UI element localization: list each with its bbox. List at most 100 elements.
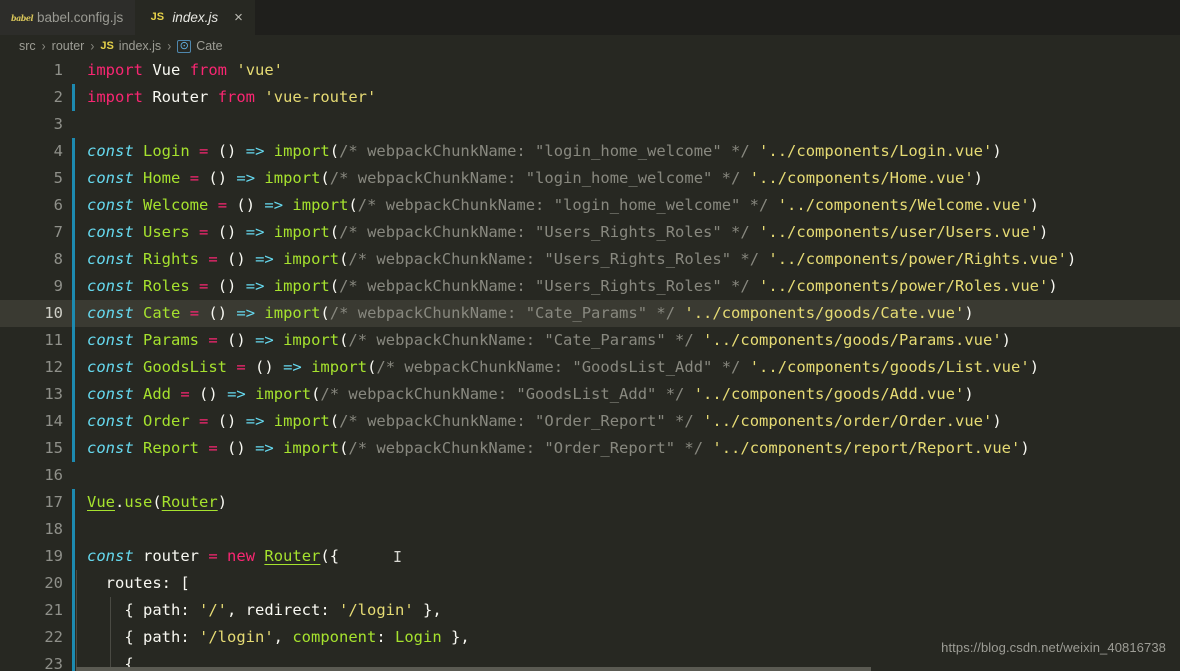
chevron-right-icon: › xyxy=(90,37,95,55)
tab-index-js[interactable]: JS index.js × xyxy=(135,0,255,35)
code-token: const xyxy=(87,250,134,268)
breadcrumb-item-cate[interactable]: ⊙ Cate xyxy=(177,39,223,53)
code-token: router xyxy=(143,547,200,565)
code-token: ( xyxy=(320,169,330,187)
code-line-content[interactable]: const Login = () => import(/* webpackChu… xyxy=(76,138,1180,165)
code-line[interactable]: 9 const Roles = () => import(/* webpackCh… xyxy=(0,273,1180,300)
code-token: const xyxy=(87,304,134,322)
indent-guide xyxy=(110,597,111,671)
close-icon[interactable]: × xyxy=(234,10,243,25)
code-lines-container[interactable]: 1 import Vue from 'vue' 2 import Router fro… xyxy=(0,57,1180,671)
code-line[interactable]: 12 const GoodsList = () => import(/* webp… xyxy=(0,354,1180,381)
code-line-content[interactable]: const Welcome = () => import(/* webpackC… xyxy=(76,192,1180,219)
code-line-content[interactable]: const Order = () => import(/* webpackChu… xyxy=(76,408,1180,435)
code-line[interactable]: 8 const Rights = () => import(/* webpackC… xyxy=(0,246,1180,273)
line-number: 5 xyxy=(53,169,63,187)
code-line-content[interactable]: const GoodsList = () => import(/* webpac… xyxy=(76,354,1180,381)
code-line[interactable]: 2 import Router from 'vue-router' xyxy=(0,84,1180,111)
code-token: Vue xyxy=(87,493,115,511)
code-line[interactable]: 10 const Cate = () => import(/* webpackCh… xyxy=(0,300,1180,327)
code-line-content[interactable]: const Roles = () => import(/* webpackChu… xyxy=(76,273,1180,300)
breadcrumb-item-index-js[interactable]: JS index.js xyxy=(100,39,161,53)
code-editor[interactable]: 1 import Vue from 'vue' 2 import Router fro… xyxy=(0,57,1180,671)
line-number: 1 xyxy=(53,61,63,79)
breadcrumb-label: index.js xyxy=(118,39,162,53)
breadcrumb-item-src[interactable]: src xyxy=(19,39,36,53)
breadcrumb-item-router[interactable]: router xyxy=(52,39,85,53)
code-token: /* webpackChunkName: "Users_Rights_Roles… xyxy=(348,250,760,268)
code-token: ({ xyxy=(320,547,340,565)
code-line-content[interactable]: const Report = () => import(/* webpackCh… xyxy=(76,435,1180,462)
code-line[interactable]: 4 const Login = () => import(/* webpackCh… xyxy=(0,138,1180,165)
code-line[interactable]: 3 xyxy=(0,111,1180,138)
line-number: 16 xyxy=(44,466,63,484)
code-token: , xyxy=(227,601,246,619)
code-line-content[interactable]: routes: [ xyxy=(76,570,1180,597)
code-token: /* webpackChunkName: "Order_Report" */ xyxy=(339,412,694,430)
babel-icon: babel xyxy=(11,12,34,23)
code-line-content[interactable] xyxy=(76,516,1180,543)
code-line[interactable]: 7 const Users = () => import(/* webpackCh… xyxy=(0,219,1180,246)
git-modified-indicator xyxy=(63,300,76,327)
tab-babel-config-js[interactable]: babel babel.config.js xyxy=(0,0,136,35)
code-line[interactable]: 6 const Welcome = () => import(/* webpack… xyxy=(0,192,1180,219)
code-line-content[interactable]: const Cate = () => import(/* webpackChun… xyxy=(76,300,1180,327)
code-token: => xyxy=(245,223,265,241)
code-line[interactable]: 17 Vue.use(Router) xyxy=(0,489,1180,516)
code-token: = xyxy=(217,196,228,214)
code-token: ) xyxy=(1067,250,1077,268)
code-line[interactable]: 14 const Order = () => import(/* webpackC… xyxy=(0,408,1180,435)
code-line[interactable]: 15 const Report = () => import(/* webpack… xyxy=(0,435,1180,462)
code-line[interactable]: 16 xyxy=(0,462,1180,489)
code-token: => xyxy=(245,142,265,160)
code-line-content[interactable]: const Rights = () => import(/* webpackCh… xyxy=(76,246,1180,273)
code-line[interactable]: 13 const Add = () => import(/* webpackChu… xyxy=(0,381,1180,408)
horizontal-scrollbar[interactable] xyxy=(76,667,1180,671)
scrollbar-thumb[interactable] xyxy=(76,667,871,671)
code-line-content[interactable]: { path: '/', redirect: '/login' }, xyxy=(76,597,1180,624)
code-token: = xyxy=(199,412,209,430)
code-token: . xyxy=(115,493,125,511)
code-line-content[interactable] xyxy=(76,462,1180,489)
code-line[interactable]: 18 xyxy=(0,516,1180,543)
code-line[interactable]: 5 const Home = () => import(/* webpackChu… xyxy=(0,165,1180,192)
code-line-content[interactable]: const Home = () => import(/* webpackChun… xyxy=(76,165,1180,192)
code-line-content[interactable]: Vue.use(Router) xyxy=(76,489,1180,516)
code-token: import xyxy=(87,88,143,106)
code-line-content[interactable]: const Params = () => import(/* webpackCh… xyxy=(76,327,1180,354)
code-token: Vue xyxy=(152,61,181,79)
breadcrumb: src › router › JS index.js › ⊙ Cate xyxy=(0,35,1180,57)
code-line-content[interactable]: const Users = () => import(/* webpackChu… xyxy=(76,219,1180,246)
code-line-content[interactable]: import Router from 'vue-router' xyxy=(76,84,1180,111)
code-token: Home xyxy=(143,169,181,187)
line-number: 9 xyxy=(53,277,63,295)
code-token: => xyxy=(227,385,246,403)
code-line[interactable]: 11 const Params = () => import(/* webpack… xyxy=(0,327,1180,354)
git-modified-indicator xyxy=(63,543,76,570)
code-line[interactable]: 19 const router = new Router({ xyxy=(0,543,1180,570)
code-line[interactable]: 20 routes: [ xyxy=(0,570,1180,597)
code-line[interactable]: 1 import Vue from 'vue' xyxy=(0,57,1180,84)
code-token: '../components/power/Rights.vue' xyxy=(768,250,1067,268)
code-line-content[interactable]: const Add = () => import(/* webpackChunk… xyxy=(76,381,1180,408)
code-line-content[interactable]: import Vue from 'vue' xyxy=(76,57,1180,84)
code-token: () xyxy=(217,223,237,241)
line-number: 19 xyxy=(44,547,63,565)
code-token: '../components/order/Order.vue' xyxy=(703,412,993,430)
code-line-content[interactable] xyxy=(76,111,1180,138)
code-line[interactable]: 21 { path: '/', redirect: '/login' }, xyxy=(0,597,1180,624)
code-token: '../components/user/Users.vue' xyxy=(759,223,1040,241)
code-token: => xyxy=(245,412,265,430)
code-token: = xyxy=(208,439,218,457)
code-line-content[interactable]: const router = new Router({ xyxy=(76,543,1180,570)
